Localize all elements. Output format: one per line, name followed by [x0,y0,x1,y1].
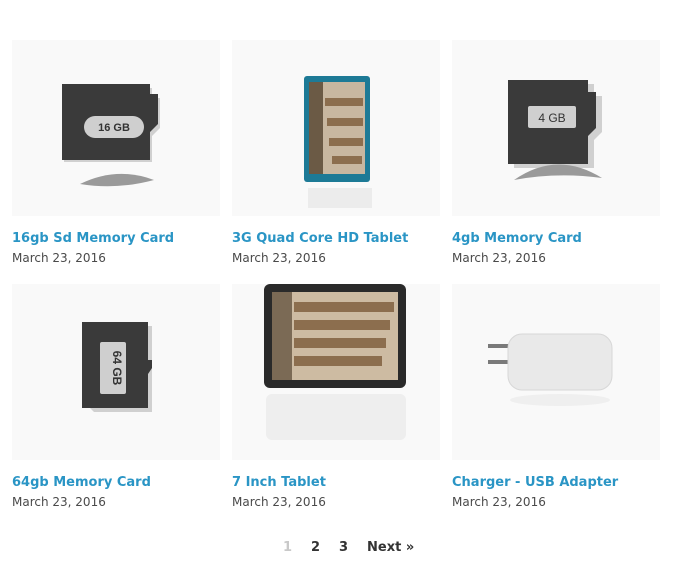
svg-text:4 GB: 4 GB [538,111,565,125]
next-page-link[interactable]: Next » [367,540,414,555]
product-thumbnail-link[interactable]: 16 GB [12,40,220,216]
product-title-link[interactable]: 7 Inch Tablet [232,475,326,490]
product-date: March 23, 2016 [232,495,326,509]
page-link-3[interactable]: 3 [339,540,348,555]
product-date: March 23, 2016 [12,251,106,265]
product-thumbnail-link[interactable]: 64 GB [12,284,220,460]
svg-text:16 GB: 16 GB [98,122,130,134]
page-link-2[interactable]: 2 [311,540,320,555]
microsd-card-image: 4 GB [508,80,602,180]
page-current: 1 [283,540,293,555]
usb-charger-image [488,333,613,406]
product-thumbnail-link[interactable]: 4 GB [452,40,660,216]
product-title-link[interactable]: 16gb Sd Memory Card [12,231,174,246]
product-date: March 23, 2016 [232,251,326,265]
product-date: March 23, 2016 [452,251,546,265]
product-date: March 23, 2016 [452,495,546,509]
microsd-card-image: 64 GB [82,322,152,412]
pagination: 1 2 3 Next » [0,540,676,560]
product-thumbnail-link[interactable] [232,284,440,460]
product-title-link[interactable]: Charger - USB Adapter [452,475,618,490]
svg-text:64 GB: 64 GB [110,351,124,386]
product-thumbnail-link[interactable] [232,40,440,216]
product-title-link[interactable]: 64gb Memory Card [12,475,151,490]
tablet-image [264,284,406,440]
product-thumbnail-link[interactable] [452,284,660,460]
product-title-link[interactable]: 3G Quad Core HD Tablet [232,231,408,246]
product-title-link[interactable]: 4gb Memory Card [452,231,582,246]
microsd-card-image: 16 GB [62,84,160,187]
product-date: March 23, 2016 [12,495,106,509]
tablet-image [304,76,372,208]
